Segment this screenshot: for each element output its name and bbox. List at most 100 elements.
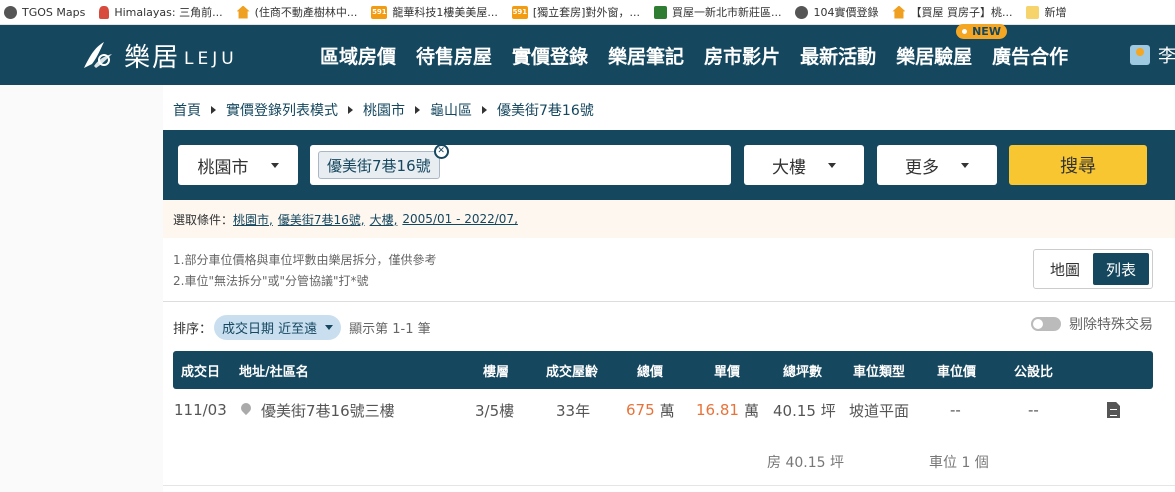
search-button[interactable]: 搜尋 [1009, 145, 1147, 185]
cell-parking-price: -- [950, 401, 961, 419]
list-view-button[interactable]: 列表 [1093, 253, 1149, 285]
total-price-unit: 萬 [659, 401, 675, 420]
detail-doc-icon[interactable] [1107, 395, 1120, 425]
folder-icon [1026, 5, 1040, 19]
nav-notes[interactable]: 樂居筆記 [608, 42, 684, 69]
user-avatar-icon [1130, 45, 1150, 65]
runner-icon [99, 5, 110, 19]
condition-address[interactable]: 優美街7巷16號, [278, 211, 365, 228]
globe-icon [795, 5, 809, 19]
building-type-value: 大樓 [772, 157, 806, 178]
nav-advertising[interactable]: 廣告合作 [992, 42, 1068, 69]
unit-price-unit: 萬 [743, 401, 759, 420]
new-badge: NEW [956, 23, 1007, 39]
bookmark-buy-house[interactable]: 【買屋 買房子】桃... [892, 4, 1012, 20]
caret-down-icon [961, 162, 969, 168]
search-tag: 優美街7巷16號 ✕ [318, 144, 449, 179]
bookmark-xinzhuang[interactable]: 買屋一新北市新莊區... [653, 4, 781, 20]
cell-address[interactable]: 優美街7巷16號三樓 [241, 395, 395, 425]
cell-floor: 3/5樓 [475, 401, 515, 420]
user-name: 李 [1158, 46, 1175, 67]
building-type-select[interactable]: 大樓 [744, 145, 864, 185]
main-panel: 首頁 實價登錄列表模式 桃園市 龜山區 優美街7巷16號 桃園市 優美街7巷16… [163, 85, 1175, 492]
globe-icon [4, 5, 17, 19]
exclude-special-toggle[interactable]: 剔除特殊交易 [1031, 314, 1153, 334]
result-count: 顯示第 1-1 筆 [349, 321, 431, 337]
col-parking-type: 車位類型 [853, 364, 906, 380]
user-menu[interactable]: 李 [1130, 42, 1175, 68]
logo-text-cn: 樂居 [124, 42, 181, 73]
nav-inspection[interactable]: 樂居驗屋 NEW [896, 23, 1007, 69]
main-nav: 區域房價 待售房屋 實價登錄 樂居筆記 房市影片 最新活動 樂居驗屋 NEW 廣… [320, 23, 1088, 85]
breadcrumb-arrow-icon [415, 106, 420, 114]
table-row[interactable]: 111/03 優美街7巷16號三樓 3/5樓 33年 675 萬 16.81 萬… [173, 395, 1153, 425]
breadcrumb-address[interactable]: 優美街7巷16號 [497, 100, 594, 120]
bookmark-himalayas[interactable]: Himalayas: 三角前... [99, 4, 223, 20]
document-icon [1107, 402, 1120, 418]
nav-actual-price[interactable]: 實價登錄 [512, 42, 588, 69]
parking-count: 車位 1 個 [929, 455, 989, 471]
breadcrumb-district[interactable]: 龜山區 [430, 100, 472, 120]
conditions-label: 選取條件： [173, 212, 234, 227]
city-select[interactable]: 桃園市 [178, 145, 298, 185]
breadcrumb-city[interactable]: 桃園市 [363, 100, 405, 120]
sort-row: 排序： 成交日期 近至遠 顯示第 1-1 筆 剔除特殊交易 [173, 314, 1153, 340]
bookmark-591-a[interactable]: 591 龍華科技1樓美美屋... [371, 4, 498, 20]
cell-area: 40.15 坪 [773, 401, 836, 420]
leju-logo[interactable]: 樂居 LEJU [80, 35, 238, 75]
cell-address-text: 優美街7巷16號三樓 [261, 401, 395, 420]
more-filters-select[interactable]: 更多 [877, 145, 997, 185]
col-address: 地址/社區名 [239, 364, 309, 380]
new-badge-label: NEW [972, 24, 1001, 38]
bookmark-tgos[interactable]: TGOS Maps [4, 5, 85, 19]
breadcrumb-home[interactable]: 首頁 [173, 100, 201, 120]
search-input[interactable]: 優美街7巷16號 ✕ [310, 144, 731, 185]
close-icon[interactable]: ✕ [433, 144, 449, 159]
cell-parking-type: 坡道平面 [849, 401, 910, 420]
591-icon: 591 [511, 5, 528, 19]
sort-select[interactable]: 成交日期 近至遠 [214, 314, 342, 340]
breadcrumb-arrow-icon [348, 106, 353, 114]
total-price-value: 675 [626, 401, 655, 419]
cell-date: 111/03 [174, 401, 227, 419]
nav-region-price[interactable]: 區域房價 [320, 42, 396, 69]
search-tag-label: 優美街7巷16號 [327, 156, 431, 175]
search-bar: 桃園市 優美街7巷16號 ✕ 大樓 更多 搜尋 [163, 130, 1175, 200]
table-row-detail: 房 40.15 坪 車位 1 個 [173, 450, 1153, 474]
col-area[interactable]: 總坪數 [783, 351, 822, 389]
bookmark-104[interactable]: 104實價登錄 [795, 4, 878, 20]
col-floor: 樓層 [483, 364, 510, 380]
breadcrumb-list-mode[interactable]: 實價登錄列表模式 [226, 100, 338, 120]
col-total-price[interactable]: 總價 [637, 351, 663, 389]
divider [163, 485, 1175, 486]
breadcrumb-arrow-icon [482, 106, 487, 114]
city-select-value: 桃園市 [197, 157, 249, 178]
divider [163, 301, 1175, 302]
bookmark-sinyi[interactable]: (住商不動產樹林中... [236, 4, 357, 20]
grid-icon [653, 5, 667, 19]
col-age[interactable]: 成交屋齡 [546, 351, 598, 389]
col-public-ratio: 公設比 [1014, 364, 1054, 380]
col-date[interactable]: 成交日 [181, 351, 220, 389]
bookmark-591-b[interactable]: 591 [獨立套房]對外窗，... [511, 4, 640, 20]
cell-total-price: 675 萬 [626, 395, 675, 425]
condition-type[interactable]: 大樓, [370, 211, 398, 228]
note-line-2: 2.車位"無法拆分"或"分管協議"打*號 [173, 274, 369, 288]
house-icon [892, 5, 906, 19]
unit-price-value: 16.81 [696, 401, 739, 419]
leju-logo-icon [84, 42, 112, 68]
location-pin-icon [241, 403, 251, 417]
selected-conditions: 選取條件： 桃園市, 優美街7巷16號, 大樓, 2005/01 - 2022/… [163, 200, 1175, 238]
condition-date-range[interactable]: 2005/01 - 2022/07, [402, 212, 517, 226]
notes: 1.部分車位價格與車位坪數由樂居拆分，僅供參考 2.車位"無法拆分"或"分管協議… [173, 250, 436, 292]
map-view-button[interactable]: 地圖 [1037, 253, 1093, 285]
bookmark-folder-new[interactable]: 新增 [1026, 4, 1066, 20]
new-dot-icon [960, 26, 970, 36]
col-unit-price[interactable]: 單價 [714, 351, 740, 389]
cell-unit-price: 16.81 萬 [696, 395, 759, 425]
nav-videos[interactable]: 房市影片 [704, 42, 780, 69]
nav-for-sale[interactable]: 待售房屋 [416, 42, 492, 69]
caret-down-icon [325, 324, 334, 330]
condition-city[interactable]: 桃園市, [233, 211, 273, 228]
nav-events[interactable]: 最新活動 [800, 42, 876, 69]
